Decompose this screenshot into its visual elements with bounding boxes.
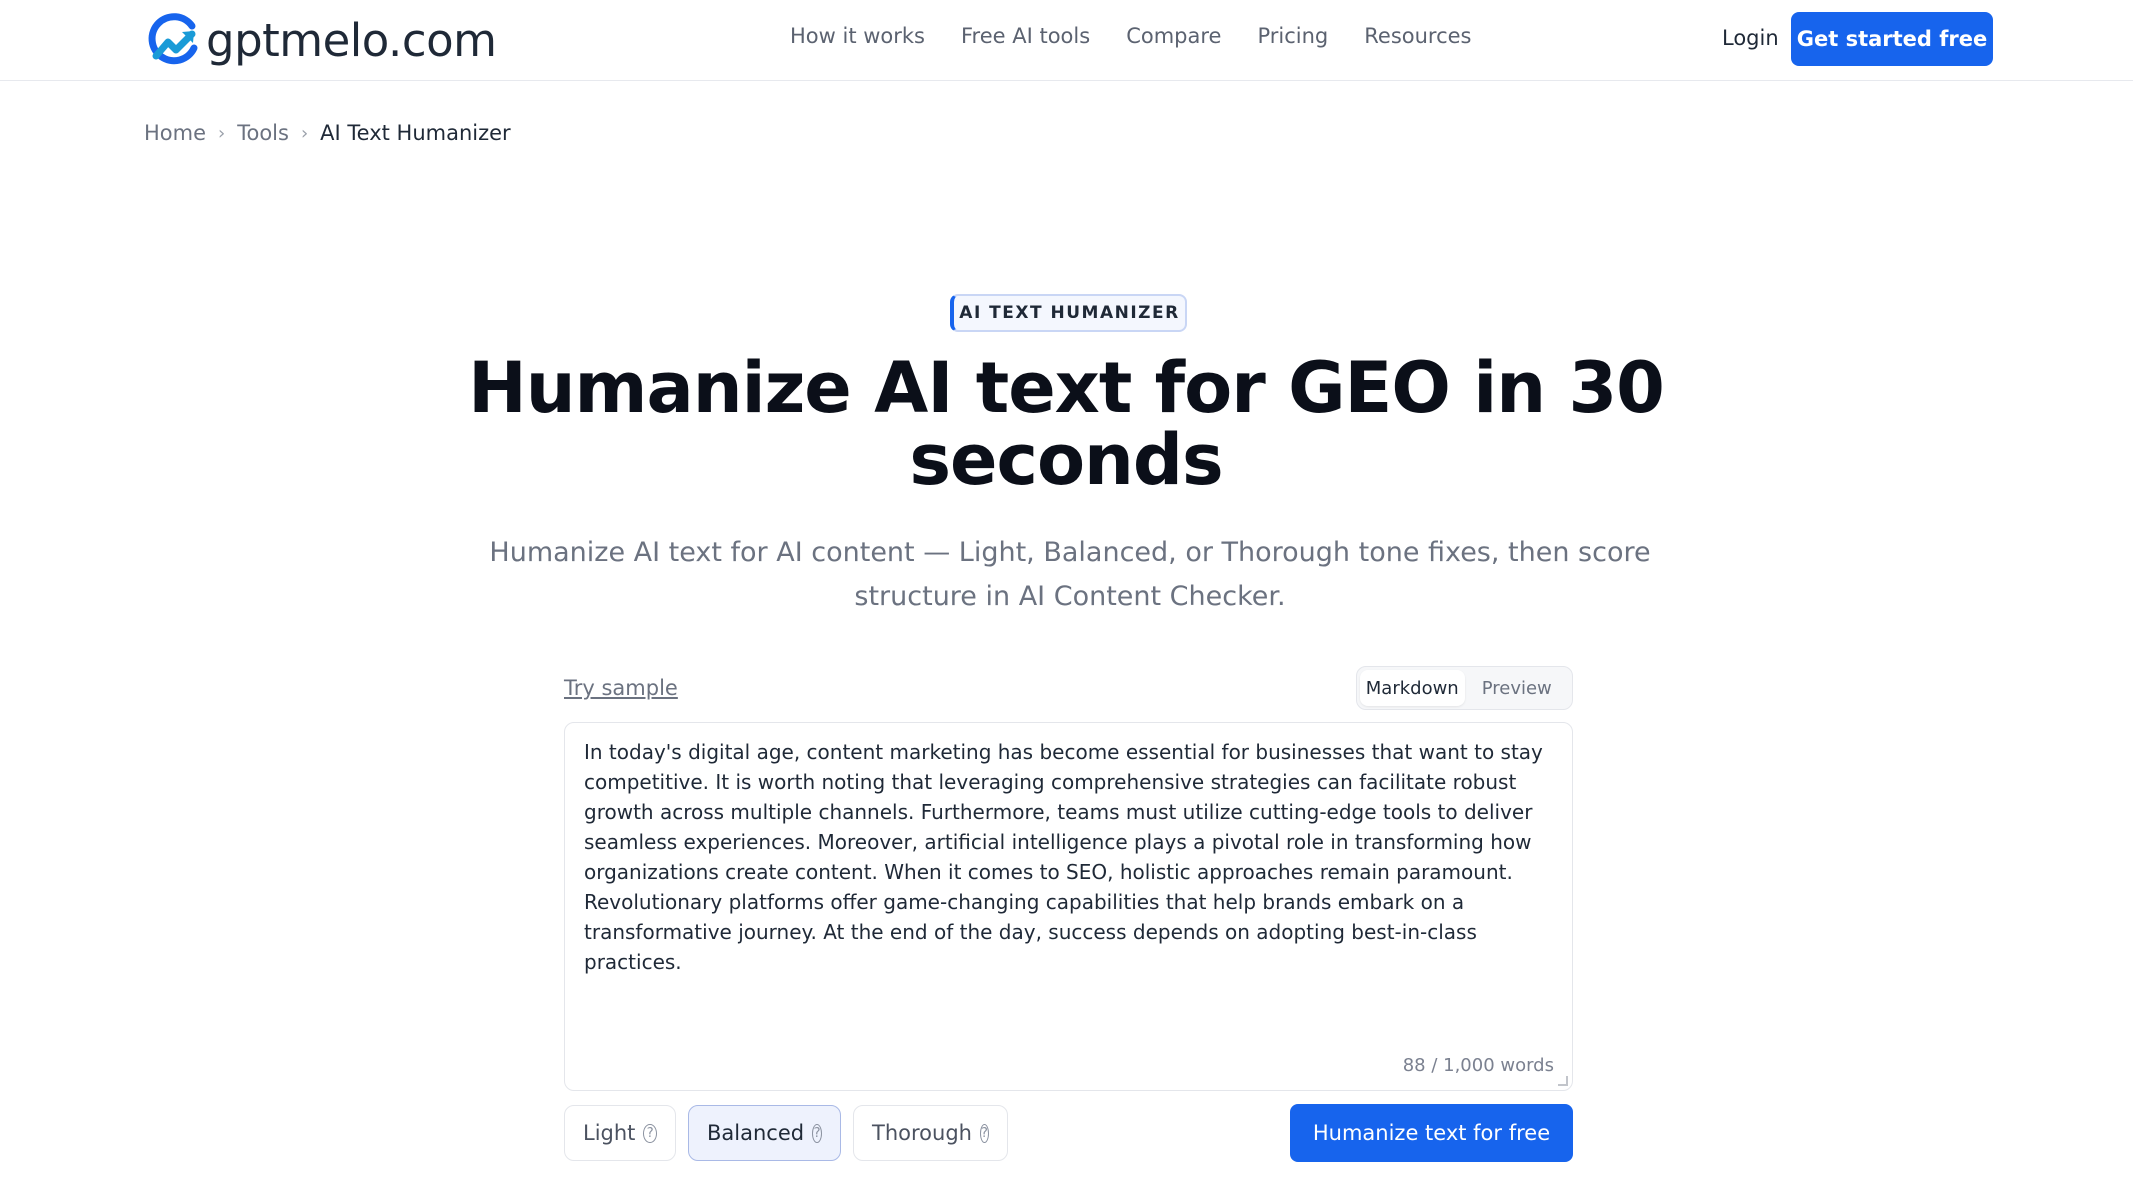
tab-preview[interactable]: Preview bbox=[1465, 670, 1570, 706]
site-header: gptmelo.com How it works Free AI tools C… bbox=[0, 0, 2133, 81]
nav-pricing[interactable]: Pricing bbox=[1257, 24, 1328, 48]
question-circle-icon[interactable]: ? bbox=[643, 1123, 657, 1143]
login-link[interactable]: Login bbox=[1722, 26, 1779, 50]
page-title: Humanize AI text for GEO in 30 seconds bbox=[468, 347, 1665, 501]
input-text[interactable]: In today's digital age, content marketin… bbox=[584, 737, 1559, 977]
breadcrumb: Home › Tools › AI Text Humanizer bbox=[144, 121, 511, 145]
get-started-button[interactable]: Get started free bbox=[1791, 12, 1993, 66]
nav-free-ai-tools[interactable]: Free AI tools bbox=[961, 24, 1090, 48]
breadcrumb-current: AI Text Humanizer bbox=[320, 121, 511, 145]
view-toggle: Markdown Preview bbox=[1356, 666, 1573, 710]
main-nav: How it works Free AI tools Compare Prici… bbox=[790, 24, 1472, 48]
breadcrumb-tools[interactable]: Tools bbox=[237, 121, 289, 145]
question-circle-icon[interactable]: ? bbox=[979, 1123, 989, 1143]
hero-badge: AI TEXT HUMANIZER bbox=[950, 294, 1187, 332]
tab-markdown[interactable]: Markdown bbox=[1360, 670, 1465, 706]
mode-label: Balanced bbox=[707, 1121, 805, 1145]
humanize-button[interactable]: Humanize text for free bbox=[1290, 1104, 1573, 1162]
text-input-area[interactable]: In today's digital age, content marketin… bbox=[564, 722, 1573, 1091]
logo-icon bbox=[148, 13, 198, 65]
chevron-right-icon: › bbox=[218, 122, 226, 144]
mode-light-button[interactable]: Light ? bbox=[564, 1105, 676, 1161]
try-sample-link[interactable]: Try sample bbox=[564, 676, 678, 700]
page-subtitle: Humanize AI text for AI content — Light,… bbox=[489, 537, 1651, 612]
logo-text: gptmelo.com bbox=[206, 13, 497, 67]
nav-compare[interactable]: Compare bbox=[1126, 24, 1221, 48]
question-circle-icon[interactable]: ? bbox=[812, 1123, 822, 1143]
mode-thorough-button[interactable]: Thorough ? bbox=[853, 1105, 1008, 1161]
mode-label: Thorough bbox=[872, 1121, 972, 1145]
chevron-right-icon: › bbox=[300, 122, 309, 144]
nav-resources[interactable]: Resources bbox=[1364, 24, 1471, 48]
resize-handle-icon[interactable] bbox=[1558, 1076, 1568, 1086]
word-count: 88 / 1,000 words bbox=[1402, 1055, 1554, 1076]
logo[interactable]: gptmelo.com bbox=[144, 8, 497, 72]
mode-label: Light bbox=[583, 1121, 636, 1145]
nav-how-it-works[interactable]: How it works bbox=[790, 24, 925, 48]
mode-balanced-button[interactable]: Balanced ? bbox=[688, 1105, 841, 1161]
breadcrumb-home[interactable]: Home bbox=[144, 121, 206, 145]
